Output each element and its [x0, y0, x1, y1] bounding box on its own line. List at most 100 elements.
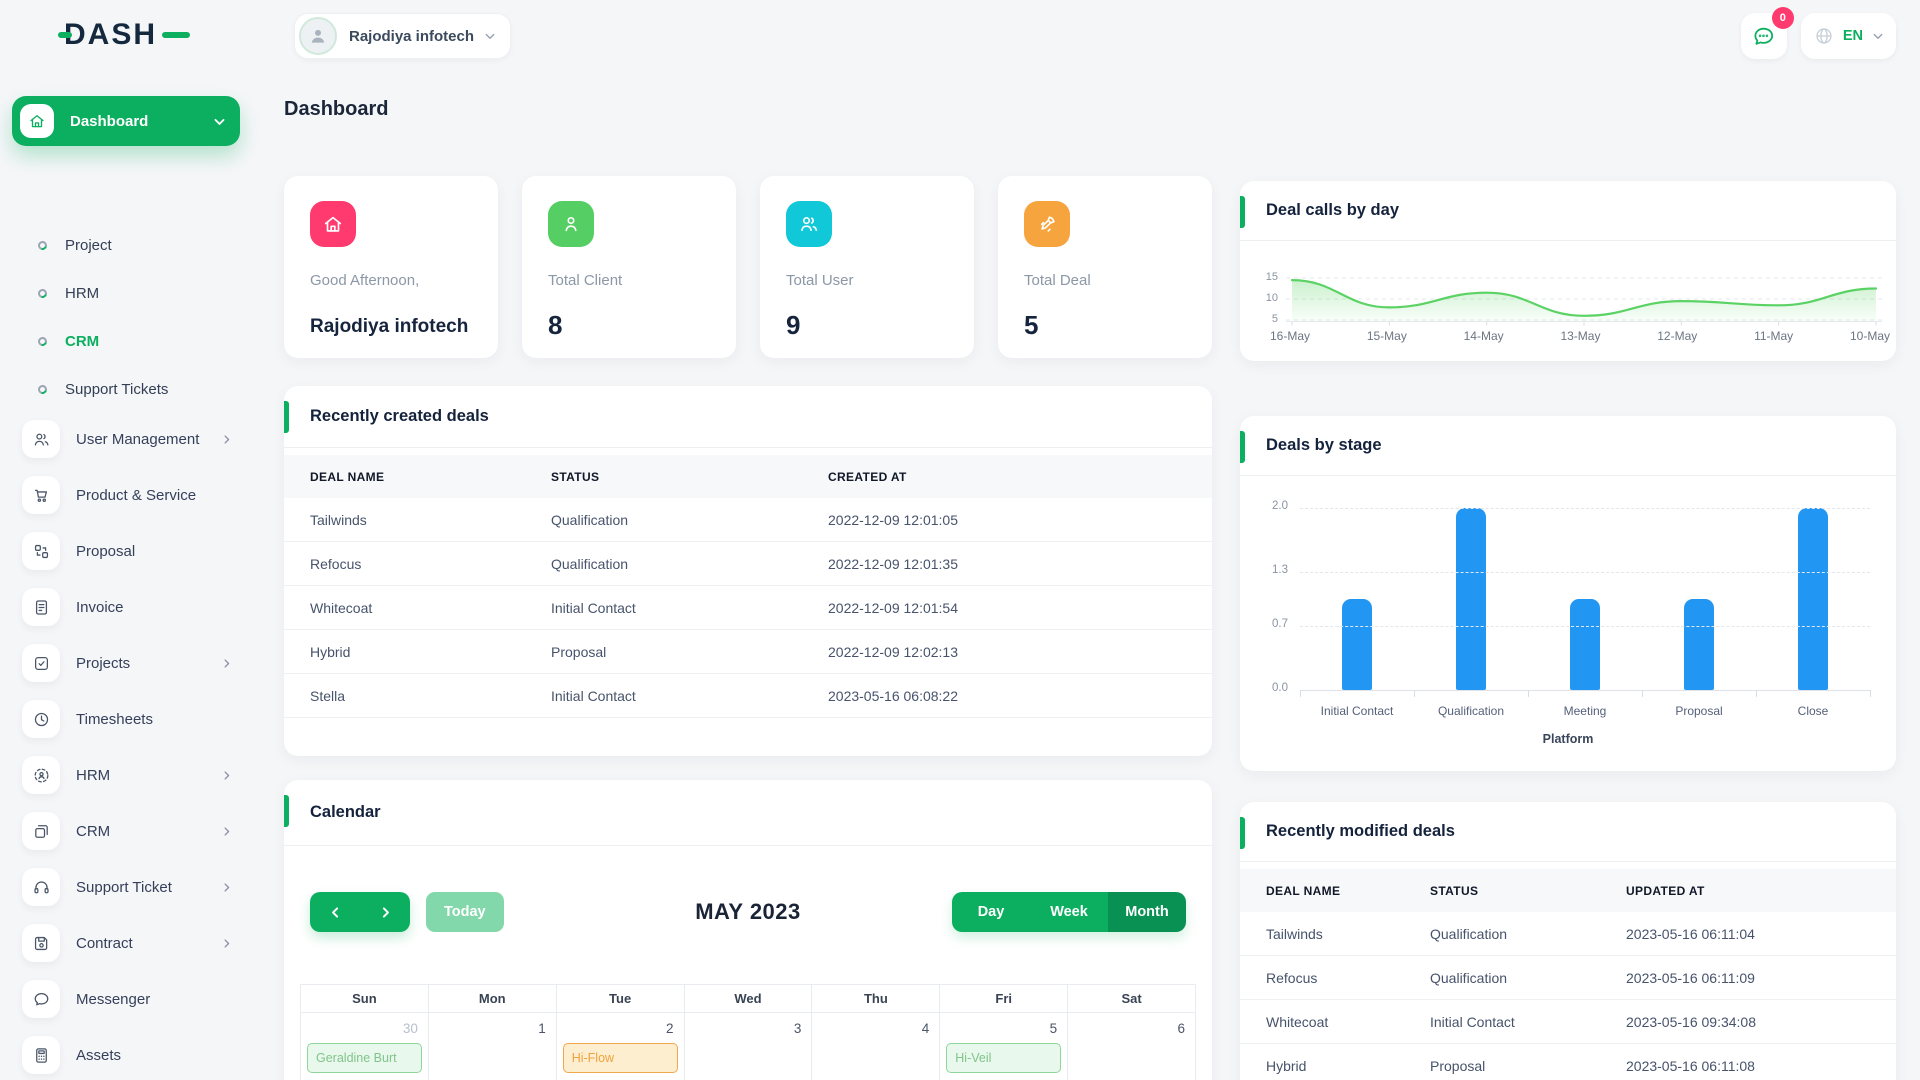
sidebar-item-hrm-module[interactable]: HRM [0, 747, 260, 803]
calendar-grid: Sun Mon Tue Wed Thu Fri Sat 30 Geraldine … [300, 984, 1196, 1080]
bullet-icon [36, 382, 49, 396]
sidebar-item-contract[interactable]: Contract [0, 915, 260, 971]
table-cell: Initial Contact [551, 599, 636, 616]
x-axis-tick-label: 14-May [1463, 329, 1504, 343]
sidebar-item-dashboard[interactable]: Dashboard [12, 96, 240, 146]
bar [1570, 599, 1600, 690]
calendar-day-cell[interactable]: 3 [684, 1013, 813, 1080]
stat-label: Good Afternoon, [310, 272, 420, 289]
topbar: DASH Rajodiya infotech 0 EN [0, 0, 1920, 72]
table-cell: Qualification [1430, 925, 1508, 942]
chevron-right-icon [221, 658, 232, 669]
sidebar-item-label: CRM [76, 822, 111, 840]
sidebar-item-label: HRM [76, 766, 111, 784]
x-axis-tick [1300, 690, 1301, 697]
messages-button[interactable]: 0 [1740, 7, 1794, 59]
calendar-day-cell[interactable]: 1 [428, 1013, 557, 1080]
view-week-button[interactable]: Week [1030, 892, 1108, 932]
sidebar-item-messenger[interactable]: Messenger [0, 971, 260, 1027]
y-axis-tick-label: 2.0 [1272, 500, 1288, 513]
sidebar-item-project[interactable]: Project [0, 221, 260, 269]
users-icon [22, 420, 60, 458]
sidebar-item-label: Support Ticket [76, 878, 172, 896]
sidebar-item-user-management[interactable]: User Management [0, 411, 260, 467]
card-header: Recently modified deals [1240, 802, 1896, 862]
sidebar-item-label: Dashboard [70, 112, 149, 130]
view-month-button[interactable]: Month [1108, 892, 1186, 932]
calendar-day-cell[interactable]: 6 [1068, 1013, 1196, 1080]
table-header: DEAL NAME STATUS CREATED AT [284, 455, 1212, 498]
x-axis-tick-label: Close [1797, 704, 1829, 718]
sidebar-item-invoice[interactable]: Invoice [0, 579, 260, 635]
sidebar-item-crm[interactable]: CRM [0, 317, 260, 365]
sidebar-item-timesheets[interactable]: Timesheets [0, 691, 260, 747]
calendar-event[interactable]: Hi-Veil [946, 1043, 1062, 1073]
calendar-day-cell[interactable]: 30 Geraldine Burt [301, 1013, 429, 1080]
chevron-right-icon [221, 938, 232, 949]
brand-logo: DASH [57, 18, 191, 52]
headset-icon [22, 868, 60, 906]
calendar-event[interactable]: Geraldine Burt [307, 1043, 422, 1073]
language-selector[interactable]: EN [1800, 13, 1896, 59]
recently-created-deals-card: Recently created deals DEAL NAME STATUS … [284, 386, 1212, 756]
stat-value: 5 [1024, 310, 1039, 340]
calendar-day-cell[interactable]: 5 Hi-Veil [940, 1013, 1069, 1080]
table-cell: 2023-05-16 06:08:22 [828, 687, 958, 704]
sidebar-item-support-tickets[interactable]: Support Tickets [0, 365, 260, 413]
sidebar-item-product-service[interactable]: Product & Service [0, 467, 260, 523]
table-row: Refocus Qualification 2022-12-09 12:01:35 [284, 542, 1212, 586]
x-axis-tick-label: Qualification [1437, 704, 1505, 718]
table-row: Refocus Qualification 2023-05-16 06:11:09 [1240, 956, 1896, 1000]
calendar-month-title: MAY 2023 [695, 899, 801, 924]
sidebar-item-assets[interactable]: Assets [0, 1027, 260, 1080]
calendar-event[interactable]: Hi-Flow [562, 1043, 678, 1073]
table-cell: Hybrid [1266, 1057, 1307, 1074]
x-axis-title: Platform [1542, 732, 1594, 746]
bar [1684, 599, 1714, 690]
bar-column [1300, 504, 1414, 690]
calendar-day-cell[interactable]: 2 Hi-Flow [556, 1013, 685, 1080]
calendar-date-number: 6 [1177, 1021, 1185, 1036]
column-header: CREATED AT [828, 469, 907, 484]
view-day-button[interactable]: Day [952, 892, 1030, 932]
floppy-icon [22, 924, 60, 962]
sidebar-item-label: Support Tickets [65, 380, 169, 398]
right-column: Deal calls by day 5 10 15 16-May 15-May 14-M… [1240, 72, 1896, 1080]
table-cell: Initial Contact [1430, 1013, 1515, 1030]
calendar-day-cell[interactable]: 4 [812, 1013, 941, 1080]
table-cell: Refocus [1266, 969, 1318, 986]
workspace-selector[interactable]: Rajodiya infotech [294, 13, 512, 59]
sidebar-item-support-ticket[interactable]: Support Ticket [0, 859, 260, 915]
checkbox-icon [22, 644, 60, 682]
x-axis-tick [1870, 690, 1871, 697]
sidebar-item-proposal[interactable]: Proposal [0, 523, 260, 579]
chat-icon [1754, 27, 1774, 45]
table-cell: Qualification [1430, 969, 1508, 986]
x-axis-labels: Initial Contact Qualification Meeting Propo… [1300, 704, 1870, 718]
table-cell: 2022-12-09 12:01:54 [828, 599, 958, 616]
stat-value: 8 [548, 310, 563, 340]
chevron-down-icon [214, 118, 225, 125]
sidebar-item-hrm[interactable]: HRM [0, 269, 260, 317]
x-axis-tick-label: 12-May [1657, 329, 1698, 343]
prev-button[interactable] [310, 892, 360, 932]
area-chart [1286, 277, 1882, 326]
sidebar-item-label: Project [65, 236, 112, 254]
brand-logo-dash-icon [162, 32, 191, 38]
person-icon [311, 29, 325, 43]
table-row: Stella Initial Contact 2023-05-16 06:08:22 [284, 674, 1212, 718]
table-cell: Stella [310, 687, 346, 704]
table-body: Tailwinds Qualification 2023-05-16 06:11:0… [1240, 912, 1896, 1080]
table-row: Tailwinds Qualification 2022-12-09 12:01:0… [284, 498, 1212, 542]
sidebar-item-projects[interactable]: Projects [0, 635, 260, 691]
calendar-prev-next-group [310, 892, 410, 932]
today-button[interactable]: Today [426, 892, 504, 932]
sidebar-item-crm-module[interactable]: CRM [0, 803, 260, 859]
table-cell: Initial Contact [551, 687, 636, 704]
rocket-icon [1024, 201, 1070, 247]
calendar-view-switcher: Day Week Month [952, 892, 1186, 932]
globe-icon [1816, 28, 1832, 44]
next-button[interactable] [360, 892, 410, 932]
home-icon [20, 104, 54, 138]
table-cell: Tailwinds [1266, 925, 1323, 942]
